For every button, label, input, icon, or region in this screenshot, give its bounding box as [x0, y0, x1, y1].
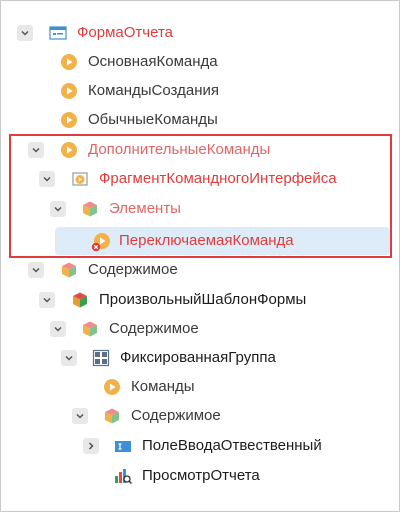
tree-item-label: Содержимое	[109, 320, 199, 337]
tree-item-dopolnitelnye-komandy[interactable]: ДополнительныеКоманды	[1, 138, 399, 162]
group-grid-icon	[92, 349, 110, 367]
input-field-icon	[114, 437, 132, 455]
tree-item-label: Содержимое	[88, 261, 178, 278]
report-view-icon	[114, 467, 132, 485]
tree-item-prosmotr-otcheta[interactable]: ПросмотрОтчета	[1, 464, 399, 488]
collapse-toggle[interactable]	[39, 292, 55, 308]
tree-item-label: Элементы	[109, 200, 181, 217]
collapse-toggle[interactable]	[50, 321, 66, 337]
content-cube-icon	[81, 320, 99, 338]
tree-item-fiksirovannaya-gruppa[interactable]: ФиксированнаяГруппа	[1, 346, 399, 370]
collapse-toggle[interactable]	[72, 408, 88, 424]
tree-item-komandy[interactable]: Команды	[1, 375, 399, 399]
tree-item-label: Содержимое	[131, 407, 221, 424]
tree-item-forma-otcheta[interactable]: ФормаОтчета	[1, 21, 399, 45]
tree-item-soderzhimoe-1[interactable]: Содержимое	[1, 258, 399, 282]
tree-item-soderzhimoe-3[interactable]: Содержимое	[1, 404, 399, 428]
collapse-toggle[interactable]	[28, 262, 44, 278]
tree-item-fragment-interface[interactable]: ФрагментКомандногоИнтерфейса	[1, 167, 399, 191]
tree-item-label: Команды	[131, 378, 195, 395]
tree-item-label: ПроизвольныйШаблонФормы	[99, 291, 307, 308]
interface-fragment-icon	[71, 170, 89, 188]
tree-item-label: ФиксированнаяГруппа	[120, 349, 276, 366]
tree-item-pereklyuchaemaya-komanda[interactable]: ПереключаемаяКоманда	[1, 229, 399, 253]
command-icon	[60, 111, 78, 129]
command-icon	[60, 82, 78, 100]
tree-item-label: ОбычныеКоманды	[88, 111, 218, 128]
tree-item-label: ФормаОтчета	[77, 24, 173, 41]
tree-item-pole-vvoda[interactable]: ПолеВводаОтвественный	[1, 434, 399, 458]
tree-item-label: ПросмотрОтчета	[142, 467, 260, 484]
tree-item-label: ФрагментКомандногоИнтерфейса	[99, 170, 337, 187]
form-icon	[49, 24, 67, 42]
collapse-toggle[interactable]	[17, 25, 33, 41]
command-error-icon	[91, 232, 110, 252]
collapse-toggle[interactable]	[50, 201, 66, 217]
command-icon	[60, 53, 78, 71]
tree-item-label: ПолеВводаОтвественный	[142, 437, 322, 454]
collapse-toggle[interactable]	[39, 171, 55, 187]
tree-item-soderzhimoe-2[interactable]: Содержимое	[1, 317, 399, 341]
tree-item-shablon-formy[interactable]: ПроизвольныйШаблонФормы	[1, 288, 399, 312]
tree-item-obychnye-komandy[interactable]: ОбычныеКоманды	[1, 108, 399, 132]
tree-panel: ФормаОтчета ОсновнаяКоманда КомандыСозда…	[0, 0, 400, 512]
tree-item-label: ОсновнаяКоманда	[88, 53, 218, 70]
tree-item-komandy-sozdaniya[interactable]: КомандыСоздания	[1, 79, 399, 103]
content-cube-icon	[103, 407, 121, 425]
content-cube-icon	[60, 261, 78, 279]
command-icon	[60, 141, 78, 159]
collapse-toggle[interactable]	[61, 350, 77, 366]
tree-item-osnovnaya-komanda[interactable]: ОсновнаяКоманда	[1, 50, 399, 74]
collapse-toggle[interactable]	[28, 142, 44, 158]
tree-item-label: ПереключаемаяКоманда	[119, 232, 294, 249]
command-icon	[103, 378, 121, 396]
elements-cube-icon	[81, 200, 99, 218]
tree-item-elementy[interactable]: Элементы	[1, 197, 399, 221]
expand-toggle[interactable]	[83, 438, 99, 454]
tree-item-label: ДополнительныеКоманды	[88, 141, 271, 158]
tree-item-label: КомандыСоздания	[88, 82, 219, 99]
template-cube-icon	[71, 291, 89, 309]
